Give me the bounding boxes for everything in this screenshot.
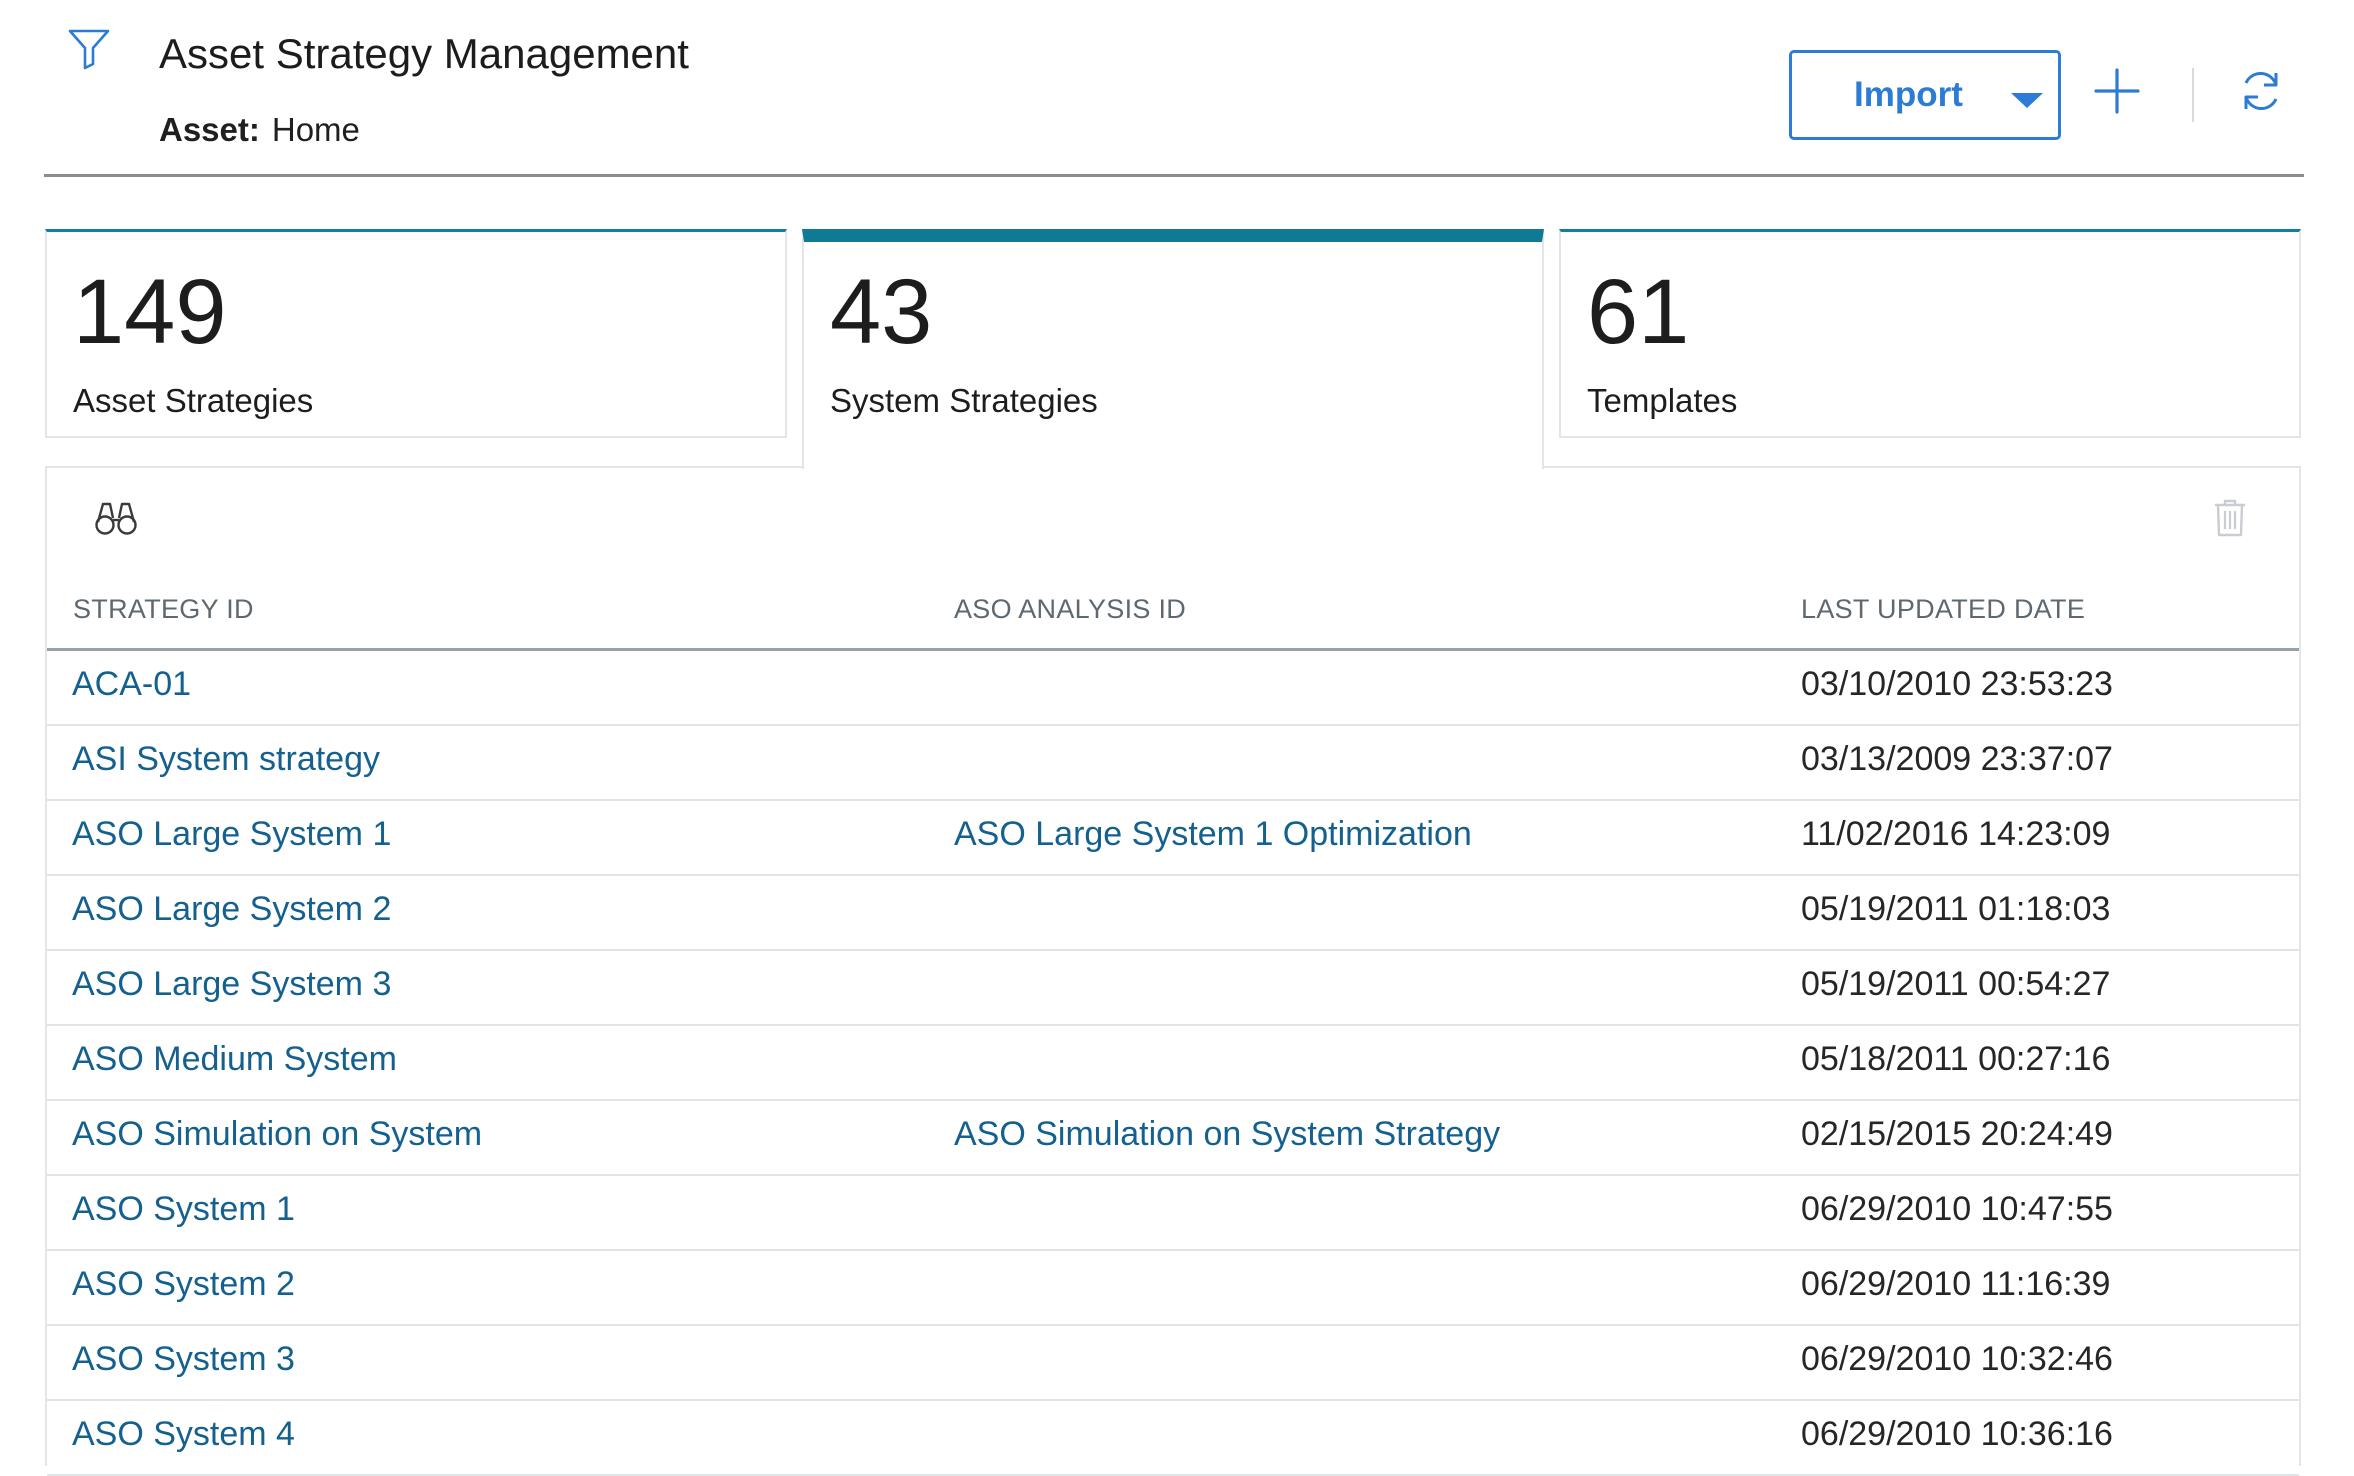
strategy-id-link[interactable]: ASO System 4 xyxy=(72,1415,295,1454)
table-body: ACA-01 03/10/2010 23:53:23 ASI System st… xyxy=(47,651,2299,1476)
last-updated-date: 03/10/2010 23:53:23 xyxy=(1801,665,2113,703)
card-count: 149 xyxy=(73,261,227,363)
system-strategies-card[interactable]: 43 System Strategies xyxy=(802,229,1544,469)
card-count: 61 xyxy=(1587,261,1690,363)
last-updated-date: 06/29/2010 10:32:46 xyxy=(1801,1340,2113,1378)
import-button-label: Import xyxy=(1854,75,1963,114)
toolbar-divider xyxy=(2192,68,2194,122)
column-header-last-updated-date[interactable]: LAST UPDATED DATE xyxy=(1801,594,2085,625)
table-row: ASO Large System 1 ASO Large System 1 Op… xyxy=(47,801,2299,876)
last-updated-date: 06/29/2010 11:16:39 xyxy=(1801,1265,2111,1303)
last-updated-date: 03/13/2009 23:37:07 xyxy=(1801,740,2113,778)
plus-icon[interactable] xyxy=(2090,64,2144,118)
card-label: System Strategies xyxy=(830,382,1098,419)
table-row: ASO System 4 06/29/2010 10:36:16 xyxy=(47,1401,2299,1476)
table-row: ASO Large System 3 05/19/2011 00:54:27 xyxy=(47,951,2299,1026)
table-row: ASO Large System 2 05/19/2011 01:18:03 xyxy=(47,876,2299,951)
strategy-id-link[interactable]: ASO System 3 xyxy=(72,1340,295,1379)
asset-context: Asset: Home xyxy=(159,111,360,149)
binoculars-icon[interactable] xyxy=(94,498,138,538)
strategy-id-link[interactable]: ACA-01 xyxy=(72,665,191,704)
aso-analysis-id-link[interactable]: ASO Simulation on System Strategy xyxy=(954,1115,1500,1154)
asset-strategies-card[interactable]: 149 Asset Strategies xyxy=(45,229,787,438)
table-row: ACA-01 03/10/2010 23:53:23 xyxy=(47,651,2299,726)
header-divider xyxy=(44,174,2304,177)
last-updated-date: 05/19/2011 00:54:27 xyxy=(1801,965,2111,1003)
card-label: Asset Strategies xyxy=(73,382,314,419)
filter-icon[interactable] xyxy=(66,26,112,72)
refresh-icon[interactable] xyxy=(2236,66,2286,116)
column-header-aso-analysis-id[interactable]: ASO ANALYSIS ID xyxy=(954,594,1186,625)
strategy-id-link[interactable]: ASO System 1 xyxy=(72,1190,295,1229)
page-title: Asset Strategy Management xyxy=(159,30,689,77)
strategy-id-link[interactable]: ASO Large System 2 xyxy=(72,890,391,929)
column-header-strategy-id[interactable]: STRATEGY ID xyxy=(73,594,254,625)
table-row: ASO System 3 06/29/2010 10:32:46 xyxy=(47,1326,2299,1401)
last-updated-date: 11/02/2016 14:23:09 xyxy=(1801,815,2111,853)
trash-icon[interactable] xyxy=(2212,498,2248,538)
strategy-id-link[interactable]: ASO Large System 3 xyxy=(72,965,391,1004)
table-row: ASO Simulation on System ASO Simulation … xyxy=(47,1101,2299,1176)
card-label: Templates xyxy=(1587,382,1738,419)
last-updated-date: 06/29/2010 10:47:55 xyxy=(1801,1190,2113,1228)
strategy-id-link[interactable]: ASI System strategy xyxy=(72,740,380,779)
last-updated-date: 06/29/2010 10:36:16 xyxy=(1801,1415,2113,1453)
strategy-id-link[interactable]: ASO Medium System xyxy=(72,1040,397,1079)
aso-analysis-id-link[interactable]: ASO Large System 1 Optimization xyxy=(954,815,1472,854)
strategy-id-link[interactable]: ASO Large System 1 xyxy=(72,815,391,854)
asset-value: Home xyxy=(271,111,360,148)
last-updated-date: 05/18/2011 00:27:16 xyxy=(1801,1040,2111,1078)
last-updated-date: 02/15/2015 20:24:49 xyxy=(1801,1115,2113,1153)
table-row: ASO System 2 06/29/2010 11:16:39 xyxy=(47,1251,2299,1326)
table-row: ASI System strategy 03/13/2009 23:37:07 xyxy=(47,726,2299,801)
last-updated-date: 05/19/2011 01:18:03 xyxy=(1801,890,2111,928)
asset-label: Asset: xyxy=(159,111,260,148)
table-row: ASO System 1 06/29/2010 10:47:55 xyxy=(47,1176,2299,1251)
strategy-id-link[interactable]: ASO System 2 xyxy=(72,1265,295,1304)
table-row: ASO Medium System 05/18/2011 00:27:16 xyxy=(47,1026,2299,1101)
chevron-down-icon xyxy=(2011,93,2043,108)
templates-card[interactable]: 61 Templates xyxy=(1559,229,2301,438)
strategy-id-link[interactable]: ASO Simulation on System xyxy=(72,1115,482,1154)
card-count: 43 xyxy=(830,261,933,363)
import-button[interactable]: Import xyxy=(1789,50,2061,140)
